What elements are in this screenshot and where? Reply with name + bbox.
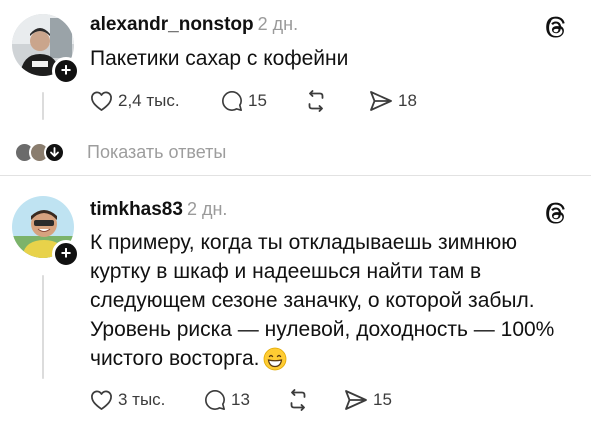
share-count: 18 (398, 91, 417, 110)
post-text-line: К примеру, когда ты откладываешь зимнюю (90, 231, 517, 254)
post-text-line: Уровень риска — нулевой, доходность — 10… (90, 318, 555, 341)
repost-button[interactable] (304, 86, 328, 116)
like-button[interactable]: 2,4 тыс. (90, 86, 180, 116)
repost-arrows-icon (290, 389, 306, 411)
share-button[interactable]: 15 (344, 385, 392, 415)
send-icon (345, 390, 367, 410)
comment-button[interactable]: 13 (204, 385, 250, 415)
threads-logo-icon[interactable] (544, 202, 568, 226)
share-count: 15 (373, 390, 392, 409)
threads-logo-icon[interactable] (544, 16, 568, 40)
post-text: Пакетики сахар с кофейни (90, 44, 348, 73)
comment-count: 13 (231, 390, 250, 409)
like-button[interactable]: 3 тыс. (90, 385, 165, 415)
heart-icon (91, 91, 112, 111)
post-text-line: Пакетики сахар с кофейни (90, 47, 349, 70)
post-text-line-last: чистого восторга. (90, 344, 554, 373)
post-2: + timkhas83 2 дн. К примеру, когда ты отк… (0, 176, 591, 424)
repost-arrows-icon (308, 90, 324, 112)
repost-button[interactable] (286, 385, 310, 415)
post-text-line: следующем сезоне заначку, о которой забы… (90, 289, 535, 312)
post-text-line: куртку в шкаф и надеешься найти там в (90, 260, 482, 283)
comment-count: 15 (248, 91, 267, 110)
heart-icon (91, 390, 112, 410)
username-text[interactable]: alexandr_nonstop (90, 14, 254, 35)
show-replies-label[interactable]: Показать ответы (87, 142, 226, 163)
post-username[interactable]: timkhas83 2 дн. (90, 199, 227, 221)
comment-bubble-icon (222, 91, 242, 111)
post-time: 2 дн. (257, 14, 299, 34)
post-time: 2 дн. (186, 199, 228, 219)
show-replies[interactable]: Показать ответы (14, 137, 226, 167)
post-username[interactable]: alexandr_nonstop 2 дн. (90, 14, 298, 36)
send-icon (370, 91, 392, 111)
share-button[interactable]: 18 (369, 86, 417, 116)
comment-button[interactable]: 15 (221, 86, 267, 116)
like-count: 3 тыс. (118, 390, 166, 409)
post-actions: 2,4 тыс. 15 18 (90, 86, 510, 116)
post-1: + alexandr_nonstop 2 дн. Пакетики сахар с… (0, 0, 591, 198)
comment-bubble-icon (205, 390, 225, 410)
post-text: К примеру, когда ты откладываешь зимнюю … (90, 228, 554, 373)
follow-plus-icon[interactable]: + (52, 240, 80, 268)
like-count: 2,4 тыс. (118, 91, 180, 110)
chevron-down-icon (44, 141, 65, 163)
thread-line (42, 92, 44, 120)
post-text-line: чистого восторга. (90, 347, 260, 370)
follow-plus-icon[interactable]: + (52, 57, 80, 85)
username-text[interactable]: timkhas83 (90, 199, 183, 220)
grinning-face-emoji (263, 347, 286, 370)
thread-line (42, 275, 44, 379)
post-actions: 3 тыс. 13 15 (90, 385, 510, 415)
